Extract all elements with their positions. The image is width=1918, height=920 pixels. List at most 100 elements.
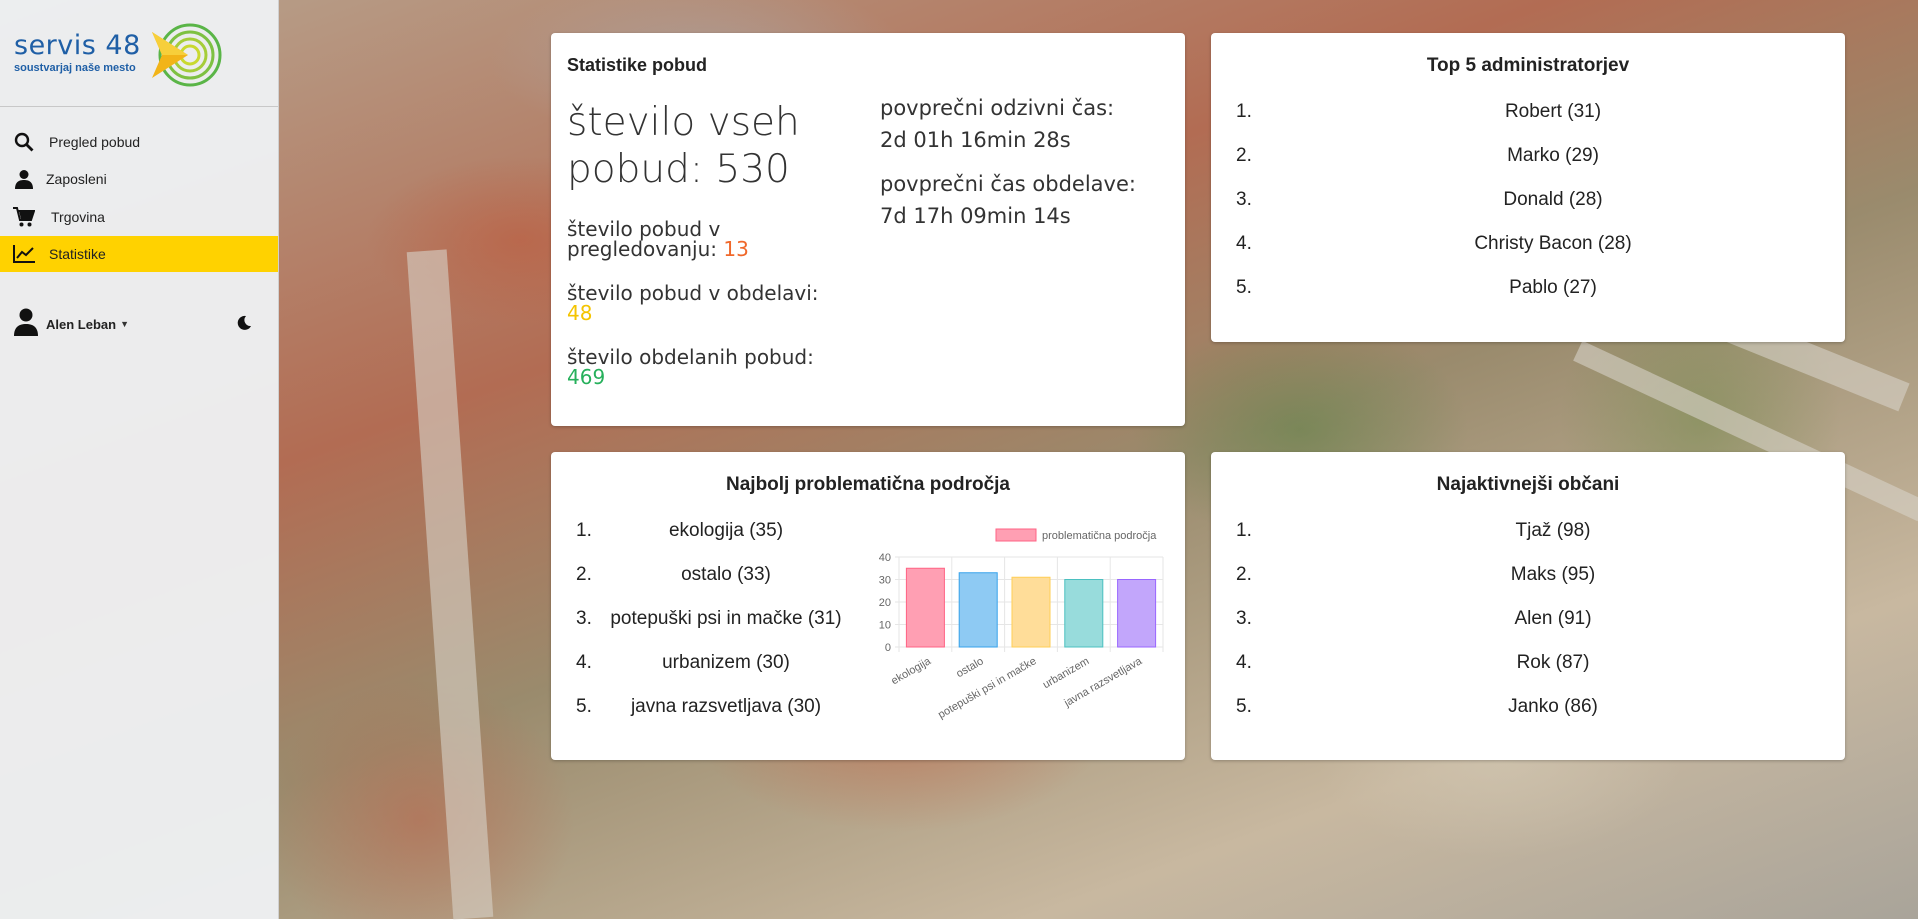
search-icon — [13, 131, 35, 153]
logo-subtitle: soustvarjaj naše mesto — [14, 62, 136, 74]
done-stat: število obdelanih pobud: 469 — [567, 347, 857, 387]
user-avatar-icon — [14, 308, 38, 341]
problem-areas-list: 1. ekologija (35) 2. ostalo (33) 3. potepuš… — [551, 520, 861, 740]
rank-number: 3. — [576, 608, 592, 629]
avg-processing-value: 7d 17h 09min 14s — [880, 204, 1071, 228]
nav-item-trgovina[interactable]: Trgovina — [0, 199, 278, 235]
list-item: 2. Marko (29) — [1211, 145, 1845, 189]
rank-number: 5. — [576, 696, 592, 717]
y-tick-label: 0 — [885, 642, 891, 654]
done-value: 469 — [567, 365, 606, 389]
sidebar: servis 48 soustvarjaj naše mesto Pregled… — [0, 0, 279, 919]
logo-target-icon — [152, 23, 222, 87]
top-admins-card: Top 5 administratorjev 1. Robert (31) 2. M… — [1211, 33, 1845, 342]
rank-number: 2. — [1236, 145, 1252, 166]
list-item: 4. urbanizem (30) — [551, 652, 861, 696]
bar — [905, 567, 945, 648]
bar — [1064, 579, 1104, 648]
user-name: Alen Leban — [46, 316, 117, 332]
nav-label: Pregled pobud — [49, 134, 141, 150]
active-citizens-list: 1. Tjaž (98) 2. Maks (95) 3. Alen (91) 4. Ro… — [1211, 520, 1845, 740]
bar — [1117, 579, 1157, 648]
cart-icon — [13, 206, 35, 228]
sidebar-divider — [0, 106, 278, 107]
list-item: 4. Christy Bacon (28) — [1211, 233, 1845, 277]
problem-areas-card: Najbolj problematična področja 1. ekologi… — [551, 452, 1185, 760]
problem-areas-title: Najbolj problematična področja — [726, 474, 1010, 495]
rank-name: Donald (28) — [1503, 189, 1603, 210]
rank-name: ekologija (35) — [668, 520, 784, 541]
avg-processing-label: povprečni čas obdelave: — [880, 172, 1136, 196]
y-tick-label: 20 — [879, 597, 891, 609]
person-icon — [13, 168, 35, 190]
review-stat: število pobud v pregledovanju: 13 — [567, 219, 837, 259]
legend-swatch — [995, 528, 1037, 542]
nav-label: Zaposleni — [46, 171, 107, 187]
list-item: 1. Tjaž (98) — [1211, 520, 1845, 564]
list-item: 2. ostalo (33) — [551, 564, 861, 608]
avg-response: povprečni odzivni čas: 2d 01h 16min 28s — [880, 92, 1114, 156]
stats-card: Statistike pobud število vseh pobud: 530… — [551, 33, 1185, 426]
done-label: število obdelanih pobud: — [567, 345, 814, 369]
rank-number: 1. — [1236, 520, 1252, 541]
rank-number: 2. — [576, 564, 592, 585]
nav-item-pregled-pobud[interactable]: Pregled pobud — [0, 124, 278, 160]
moon-icon[interactable] — [236, 315, 252, 336]
rank-number: 5. — [1236, 696, 1252, 717]
nav-item-statistike[interactable]: Statistike — [0, 236, 278, 272]
rank-number: 4. — [1236, 233, 1252, 254]
total-pobud: število vseh pobud: 530 — [567, 100, 800, 192]
list-item: 1. Robert (31) — [1211, 101, 1845, 145]
rank-name: Robert (31) — [1504, 101, 1602, 122]
rank-name: Christy Bacon (28) — [1474, 233, 1632, 254]
x-tick-label: ekologija — [889, 655, 933, 688]
rank-number: 3. — [1236, 608, 1252, 629]
review-value: 13 — [723, 237, 749, 261]
processing-stat: število pobud v obdelavi: 48 — [567, 283, 857, 323]
nav-label: Statistike — [49, 246, 106, 262]
rank-name: Pablo (27) — [1509, 277, 1597, 298]
top-admins-list: 1. Robert (31) 2. Marko (29) 3. Donald (28)… — [1211, 101, 1845, 321]
nav-item-zaposleni[interactable]: Zaposleni — [0, 161, 278, 197]
bar — [1011, 576, 1051, 648]
rank-name: javna razsvetljava (30) — [630, 696, 822, 717]
legend-label: problematična področja — [1042, 530, 1157, 542]
processing-label: število pobud v obdelavi: — [567, 281, 819, 305]
bar-chart-svg: problematična področja 0 10 20 30 40 ekologija… — [879, 528, 1164, 721]
x-tick-label: potepuški psi in mačke — [936, 655, 1038, 721]
chevron-down-icon: ▼ — [120, 319, 129, 329]
list-item: 3. potepuški psi in mačke (31) — [551, 608, 861, 652]
rank-number: 5. — [1236, 277, 1252, 298]
rank-number: 2. — [1236, 564, 1252, 585]
list-item: 4. Rok (87) — [1211, 652, 1845, 696]
rank-name: potepuški psi in mačke (31) — [610, 608, 842, 629]
list-item: 2. Maks (95) — [1211, 564, 1845, 608]
user-menu[interactable]: Alen Leban ▼ — [0, 306, 278, 342]
bar — [958, 572, 998, 648]
rank-name: Rok (87) — [1516, 652, 1590, 673]
nav-label: Trgovina — [51, 209, 105, 225]
rank-name: Marko (29) — [1507, 145, 1599, 166]
rank-name: ostalo (33) — [681, 564, 771, 585]
problem-areas-chart: problematična področja 0 10 20 30 40 ekologija… — [871, 524, 1171, 744]
processing-value: 48 — [567, 301, 593, 325]
logo[interactable]: servis 48 soustvarjaj naše mesto — [14, 22, 222, 90]
list-item: 5. javna razsvetljava (30) — [551, 696, 861, 740]
avg-processing: povprečni čas obdelave: 7d 17h 09min 14s — [880, 168, 1136, 232]
top-admins-title: Top 5 administratorjev — [1426, 55, 1630, 76]
x-tick-label: ostalo — [954, 655, 985, 680]
rank-name: Alen (91) — [1514, 608, 1592, 629]
logo-title: servis 48 — [14, 30, 141, 61]
avg-response-value: 2d 01h 16min 28s — [880, 128, 1071, 152]
review-label: število pobud v pregledovanju: — [567, 217, 721, 261]
y-tick-label: 40 — [879, 552, 891, 564]
list-item: 3. Donald (28) — [1211, 189, 1845, 233]
rank-name: Maks (95) — [1510, 564, 1596, 585]
active-citizens-card: Najaktivnejši občani 1. Tjaž (98) 2. Maks … — [1211, 452, 1845, 760]
stats-card-title: Statistike pobud — [567, 55, 708, 75]
rank-number: 1. — [1236, 101, 1252, 122]
active-citizens-title: Najaktivnejši občani — [1436, 474, 1620, 495]
rank-number: 4. — [1236, 652, 1252, 673]
rank-name: Janko (86) — [1508, 696, 1598, 717]
avg-response-label: povprečni odzivni čas: — [880, 96, 1115, 120]
